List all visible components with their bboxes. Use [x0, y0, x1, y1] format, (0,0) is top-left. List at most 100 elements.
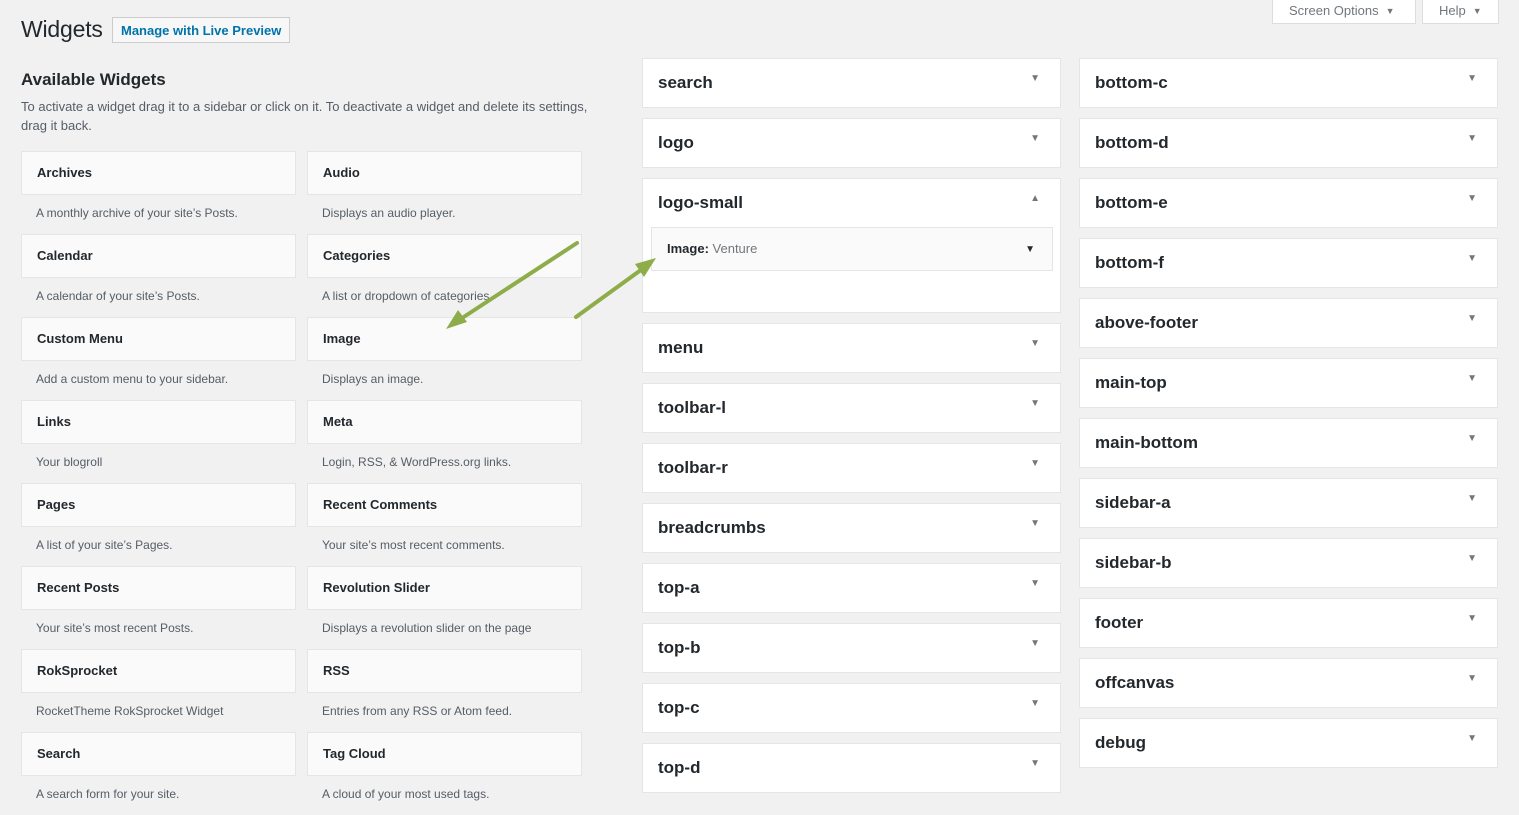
- sidebar-bottom-e[interactable]: bottom-e ▼: [1079, 178, 1498, 228]
- help-button[interactable]: Help ▼: [1422, 0, 1499, 24]
- caret-down-icon[interactable]: ▼: [1467, 733, 1477, 744]
- sidebar-title[interactable]: sidebar-b: [1095, 553, 1172, 573]
- available-widget[interactable]: Pages A list of your site’s Pages.: [21, 483, 296, 566]
- sidebar-title[interactable]: search: [658, 73, 713, 93]
- caret-down-icon[interactable]: ▼: [1467, 133, 1477, 144]
- widget-title[interactable]: Audio: [307, 151, 582, 195]
- sidebar-breadcrumbs[interactable]: breadcrumbs ▼: [642, 503, 1061, 553]
- caret-down-icon[interactable]: ▼: [1467, 373, 1477, 384]
- caret-down-icon[interactable]: ▼: [1030, 398, 1040, 409]
- sidebar-widget-image[interactable]: Image: Venture ▼: [651, 227, 1053, 271]
- widget-title[interactable]: Archives: [21, 151, 296, 195]
- available-widget[interactable]: Archives A monthly archive of your site’s…: [21, 151, 296, 234]
- caret-down-icon[interactable]: ▼: [1030, 73, 1040, 84]
- available-widget[interactable]: RSS Entries from any RSS or Atom feed.: [307, 649, 582, 732]
- widget-title[interactable]: Categories: [307, 234, 582, 278]
- sidebar-title[interactable]: main-bottom: [1095, 433, 1198, 453]
- available-widget[interactable]: RokSprocket RocketTheme RokSprocket Widge…: [21, 649, 296, 732]
- sidebar-menu[interactable]: menu ▼: [642, 323, 1061, 373]
- sidebar-sidebar-b[interactable]: sidebar-b ▼: [1079, 538, 1498, 588]
- caret-down-icon[interactable]: ▼: [1467, 613, 1477, 624]
- caret-down-icon[interactable]: ▼: [1467, 73, 1477, 84]
- caret-down-icon[interactable]: ▼: [1467, 553, 1477, 564]
- widget-title[interactable]: RSS: [307, 649, 582, 693]
- available-widget[interactable]: Categories A list or dropdown of categori…: [307, 234, 582, 317]
- caret-down-icon[interactable]: ▼: [1030, 518, 1040, 529]
- widget-title[interactable]: Image: [307, 317, 582, 361]
- caret-down-icon[interactable]: ▼: [1030, 338, 1040, 349]
- manage-live-preview-button[interactable]: Manage with Live Preview: [112, 17, 291, 43]
- caret-down-icon[interactable]: ▼: [1030, 578, 1040, 589]
- sidebar-title[interactable]: bottom-d: [1095, 133, 1169, 153]
- sidebar-title[interactable]: toolbar-l: [658, 398, 726, 418]
- widget-title[interactable]: Recent Comments: [307, 483, 582, 527]
- sidebar-title[interactable]: top-d: [658, 758, 700, 778]
- sidebar-title[interactable]: menu: [658, 338, 703, 358]
- widget-title[interactable]: Recent Posts: [21, 566, 296, 610]
- sidebar-title[interactable]: top-c: [658, 698, 700, 718]
- screen-options-button[interactable]: Screen Options ▼: [1272, 0, 1416, 24]
- sidebar-main-bottom[interactable]: main-bottom ▼: [1079, 418, 1498, 468]
- widget-title[interactable]: Tag Cloud: [307, 732, 582, 776]
- caret-down-icon[interactable]: ▼: [1467, 313, 1477, 324]
- sidebar-top-d[interactable]: top-d ▼: [642, 743, 1061, 793]
- caret-down-icon[interactable]: ▼: [1030, 458, 1040, 469]
- widget-title[interactable]: Calendar: [21, 234, 296, 278]
- available-widget[interactable]: Links Your blogroll: [21, 400, 296, 483]
- sidebar-debug[interactable]: debug ▼: [1079, 718, 1498, 768]
- sidebar-logo[interactable]: logo ▼: [642, 118, 1061, 168]
- sidebar-sidebar-a[interactable]: sidebar-a ▼: [1079, 478, 1498, 528]
- widget-title[interactable]: Meta: [307, 400, 582, 444]
- sidebar-footer[interactable]: footer ▼: [1079, 598, 1498, 648]
- sidebar-title[interactable]: bottom-f: [1095, 253, 1164, 273]
- sidebar-top-c[interactable]: top-c ▼: [642, 683, 1061, 733]
- sidebar-title[interactable]: toolbar-r: [658, 458, 728, 478]
- caret-down-icon[interactable]: ▼: [1030, 698, 1040, 709]
- sidebar-title[interactable]: above-footer: [1095, 313, 1198, 333]
- sidebar-logo-small[interactable]: logo-small ▲ Image: Venture ▼: [642, 178, 1061, 313]
- caret-up-icon[interactable]: ▲: [1030, 193, 1040, 204]
- sidebar-bottom-c[interactable]: bottom-c ▼: [1079, 58, 1498, 108]
- sidebar-main-top[interactable]: main-top ▼: [1079, 358, 1498, 408]
- sidebar-title[interactable]: logo: [658, 133, 694, 153]
- sidebar-search[interactable]: search ▼: [642, 58, 1061, 108]
- caret-down-icon[interactable]: ▼: [1467, 673, 1477, 684]
- sidebar-title[interactable]: main-top: [1095, 373, 1167, 393]
- caret-down-icon[interactable]: ▼: [1467, 433, 1477, 444]
- available-widget[interactable]: Meta Login, RSS, & WordPress.org links.: [307, 400, 582, 483]
- available-widget[interactable]: Recent Posts Your site’s most recent Post…: [21, 566, 296, 649]
- widget-title[interactable]: RokSprocket: [21, 649, 296, 693]
- sidebar-title[interactable]: logo-small: [658, 193, 743, 213]
- available-widget[interactable]: Image Displays an image.: [307, 317, 582, 400]
- sidebar-toolbar-l[interactable]: toolbar-l ▼: [642, 383, 1061, 433]
- caret-down-icon[interactable]: ▼: [1030, 133, 1040, 144]
- sidebar-bottom-f[interactable]: bottom-f ▼: [1079, 238, 1498, 288]
- caret-down-icon[interactable]: ▼: [1025, 229, 1035, 271]
- sidebar-top-a[interactable]: top-a ▼: [642, 563, 1061, 613]
- available-widget[interactable]: Audio Displays an audio player.: [307, 151, 582, 234]
- widget-title[interactable]: Links: [21, 400, 296, 444]
- available-widget[interactable]: Tag Cloud A cloud of your most used tags.: [307, 732, 582, 815]
- available-widget[interactable]: Custom Menu Add a custom menu to your sid…: [21, 317, 296, 400]
- caret-down-icon[interactable]: ▼: [1030, 758, 1040, 769]
- sidebar-title[interactable]: breadcrumbs: [658, 518, 766, 538]
- available-widget[interactable]: Recent Comments Your site’s most recent c…: [307, 483, 582, 566]
- sidebar-title[interactable]: offcanvas: [1095, 673, 1174, 693]
- widget-title[interactable]: Revolution Slider: [307, 566, 582, 610]
- sidebar-above-footer[interactable]: above-footer ▼: [1079, 298, 1498, 348]
- sidebar-top-b[interactable]: top-b ▼: [642, 623, 1061, 673]
- caret-down-icon[interactable]: ▼: [1030, 638, 1040, 649]
- sidebar-title[interactable]: debug: [1095, 733, 1146, 753]
- widget-title[interactable]: Search: [21, 732, 296, 776]
- caret-down-icon[interactable]: ▼: [1467, 253, 1477, 264]
- sidebar-title[interactable]: footer: [1095, 613, 1143, 633]
- sidebar-title[interactable]: top-b: [658, 638, 700, 658]
- widget-title[interactable]: Custom Menu: [21, 317, 296, 361]
- caret-down-icon[interactable]: ▼: [1467, 193, 1477, 204]
- sidebar-offcanvas[interactable]: offcanvas ▼: [1079, 658, 1498, 708]
- available-widget[interactable]: Search A search form for your site.: [21, 732, 296, 815]
- widget-title[interactable]: Pages: [21, 483, 296, 527]
- sidebar-title[interactable]: top-a: [658, 578, 700, 598]
- sidebar-toolbar-r[interactable]: toolbar-r ▼: [642, 443, 1061, 493]
- sidebar-title[interactable]: sidebar-a: [1095, 493, 1171, 513]
